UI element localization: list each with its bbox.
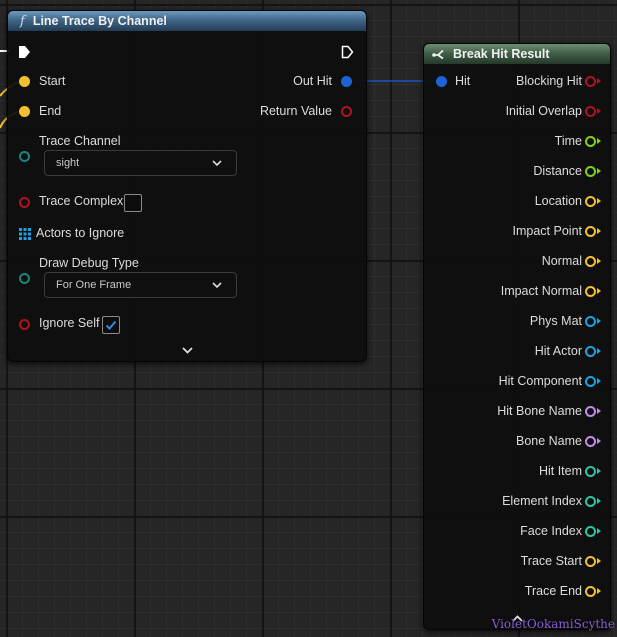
impact-normal-pin[interactable] (585, 286, 596, 297)
bone-name-label: Bone Name (515, 434, 582, 448)
trace-end-label: Trace End (524, 584, 582, 598)
blocking-hit-pin[interactable] (585, 76, 596, 87)
distance-label: Distance (533, 164, 582, 178)
ignore-self-label: Ignore Self (39, 316, 100, 330)
trace-channel-value: sight (56, 157, 80, 169)
node-header[interactable]: f Line Trace By Channel (8, 11, 366, 31)
location-label: Location (534, 194, 582, 208)
hit-actor-pin[interactable] (585, 346, 596, 357)
trace-end-pin-arrow-icon (597, 588, 601, 594)
initial-overlap-pin-arrow-icon (597, 108, 601, 114)
hit-bone-name-pin[interactable] (585, 406, 596, 417)
return-value-label: Return Value (259, 104, 332, 118)
impact-point-label: Impact Point (512, 224, 582, 238)
face-index-pin-arrow-icon (597, 528, 601, 534)
face-index-pin[interactable] (585, 526, 596, 537)
draw-debug-type-label: Draw Debug Type (39, 256, 139, 270)
hit-component-pin-arrow-icon (597, 378, 601, 384)
array-grid-icon[interactable] (19, 228, 31, 240)
out-hit-pin[interactable] (341, 76, 352, 87)
line-trace-by-channel-node[interactable]: f Line Trace By Channel Start Out Hit En… (7, 10, 367, 362)
trace-complex-label: Trace Complex (39, 194, 124, 208)
trace-end-pin[interactable] (585, 586, 596, 597)
trace-start-pin[interactable] (585, 556, 596, 567)
element-index-pin-arrow-icon (597, 498, 601, 504)
exec-in-pin[interactable] (18, 45, 31, 59)
hit-component-pin[interactable] (585, 376, 596, 387)
initial-overlap-label: Initial Overlap (505, 104, 582, 118)
location-pin[interactable] (585, 196, 596, 207)
trace-complex-pin[interactable] (19, 197, 30, 208)
checkmark-icon (105, 320, 117, 330)
impact-point-pin-arrow-icon (597, 228, 601, 234)
trace-start-label: Trace Start (520, 554, 582, 568)
phys-mat-label: Phys Mat (529, 314, 582, 328)
hit-item-pin[interactable] (585, 466, 596, 477)
ignore-self-checkbox[interactable] (102, 316, 120, 334)
distance-pin[interactable] (585, 166, 596, 177)
element-index-pin[interactable] (585, 496, 596, 507)
time-pin-arrow-icon (597, 138, 601, 144)
trace-start-pin-arrow-icon (597, 558, 601, 564)
draw-debug-type-value: For One Frame (56, 279, 132, 291)
impact-normal-pin-arrow-icon (597, 288, 601, 294)
blocking-hit-label: Blocking Hit (516, 74, 582, 88)
impact-point-pin[interactable] (585, 226, 596, 237)
draw-debug-type-pin[interactable] (19, 273, 30, 284)
function-icon: f (20, 13, 25, 29)
normal-pin[interactable] (585, 256, 596, 267)
hit-bone-name-label: Hit Bone Name (497, 404, 582, 418)
hit-input-label: Hit (455, 74, 471, 88)
start-pin[interactable] (19, 76, 30, 87)
break-hit-result-node[interactable]: Break Hit Result Hit Blocking Hit Initial… (423, 43, 611, 630)
time-label: Time (554, 134, 582, 148)
phys-mat-pin[interactable] (585, 316, 596, 327)
hit-item-pin-arrow-icon (597, 468, 601, 474)
actors-to-ignore-label: Actors to Ignore (36, 226, 125, 240)
hit-bone-name-pin-arrow-icon (597, 408, 601, 414)
hit-actor-label: Hit Actor (534, 344, 582, 358)
end-pin[interactable] (19, 106, 30, 117)
expand-advanced-chevron-icon[interactable] (182, 347, 193, 354)
phys-mat-pin-arrow-icon (597, 318, 601, 324)
node-title: Break Hit Result (453, 47, 550, 61)
hit-input-pin[interactable] (436, 76, 447, 87)
trace-complex-checkbox[interactable] (124, 194, 142, 212)
start-label: Start (39, 74, 66, 88)
hit-actor-pin-arrow-icon (597, 348, 601, 354)
element-index-label: Element Index (502, 494, 582, 508)
normal-pin-arrow-icon (597, 258, 601, 264)
time-pin[interactable] (585, 136, 596, 147)
node-header[interactable]: Break Hit Result (424, 44, 610, 64)
node-title: Line Trace By Channel (32, 14, 167, 28)
exec-out-pin[interactable] (341, 45, 354, 59)
break-struct-icon (432, 49, 444, 59)
hit-item-label: Hit Item (538, 464, 582, 478)
draw-debug-type-dropdown[interactable]: For One Frame (44, 272, 237, 298)
face-index-label: Face Index (520, 524, 582, 538)
trace-channel-label: Trace Channel (39, 134, 121, 148)
return-value-pin[interactable] (341, 106, 352, 117)
initial-overlap-pin[interactable] (585, 106, 596, 117)
trace-channel-pin[interactable] (19, 151, 30, 162)
distance-pin-arrow-icon (597, 168, 601, 174)
bone-name-pin[interactable] (585, 436, 596, 447)
out-hit-label: Out Hit (293, 74, 332, 88)
trace-channel-dropdown[interactable]: sight (44, 150, 237, 176)
end-label: End (39, 104, 62, 118)
watermark-text: VioletOokamiScythe (491, 617, 615, 631)
normal-label: Normal (541, 254, 582, 268)
blocking-hit-pin-arrow-icon (597, 78, 601, 84)
chevron-down-icon (212, 282, 222, 288)
hit-component-label: Hit Component (498, 374, 582, 388)
bone-name-pin-arrow-icon (597, 438, 601, 444)
ignore-self-pin[interactable] (19, 319, 30, 330)
location-pin-arrow-icon (597, 198, 601, 204)
chevron-down-icon (212, 160, 222, 166)
impact-normal-label: Impact Normal (500, 284, 582, 298)
